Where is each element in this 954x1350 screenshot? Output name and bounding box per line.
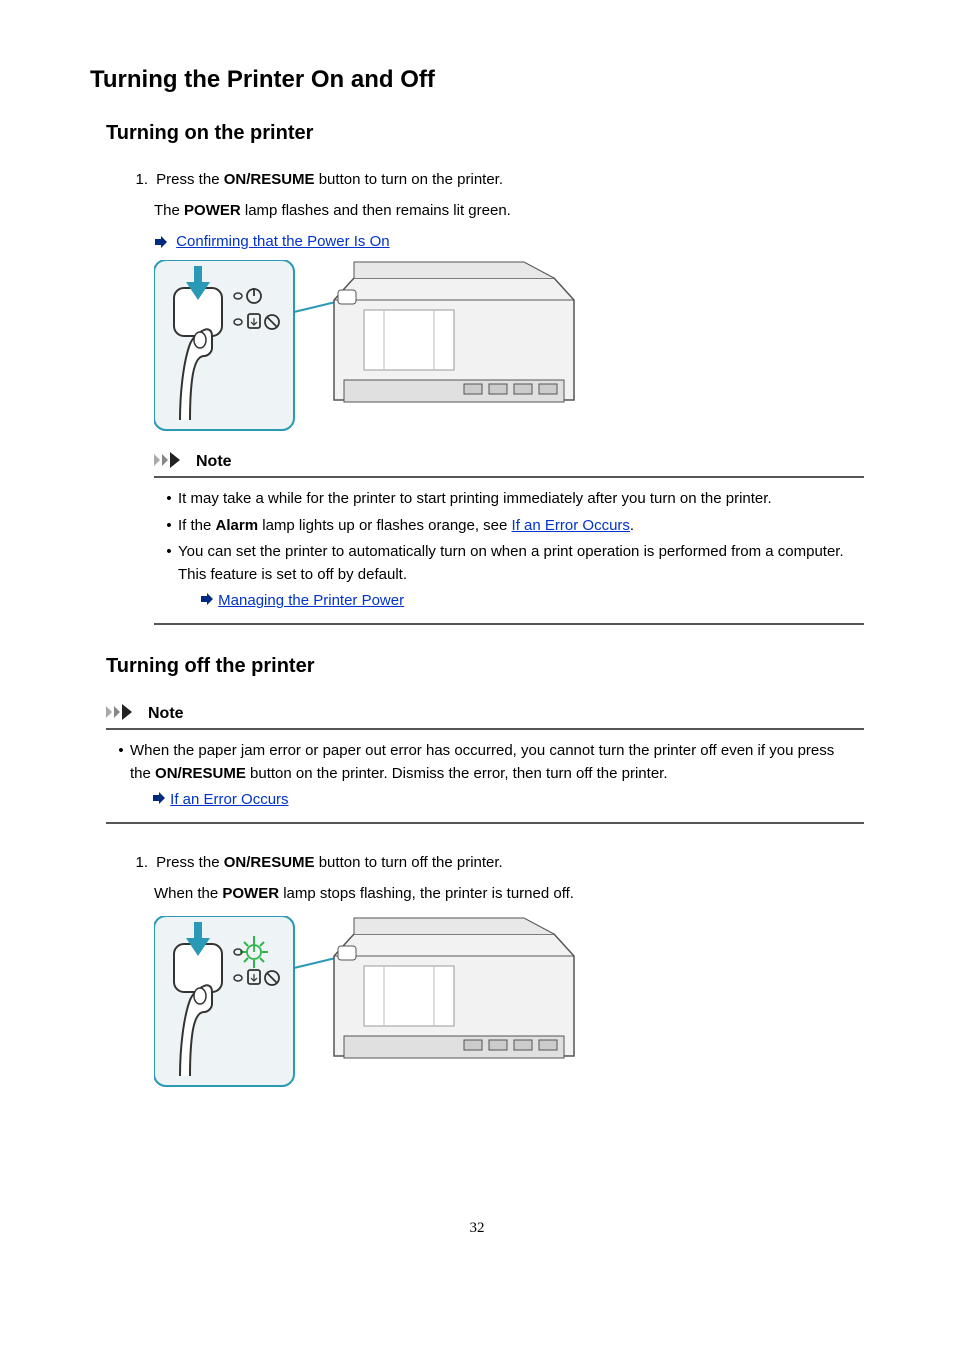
note-item: • You can set the printer to automatical… <box>160 541 858 586</box>
page-title: Turning the Printer On and Off <box>90 66 864 94</box>
step-text: Press the <box>156 854 224 871</box>
link-row: If an Error Occurs <box>112 791 858 808</box>
note-label: Note <box>196 453 232 471</box>
note-item: • It may take a while for the printer to… <box>160 488 858 511</box>
section-heading-off: Turning off the printer <box>90 655 864 678</box>
step-1-on: 1. Press the ON/RESUME button to turn on… <box>124 171 864 188</box>
step-sub-text: When the POWER lamp stops flashing, the … <box>154 885 864 902</box>
link-if-error-occurs[interactable]: If an Error Occurs <box>512 517 630 534</box>
step-number: 1. <box>124 171 148 188</box>
step-sub-text: The POWER lamp flashes and then remains … <box>154 202 864 219</box>
step-number: 1. <box>124 854 148 871</box>
figure-printer-on <box>124 260 864 434</box>
arrow-right-icon <box>154 236 168 248</box>
note-label: Note <box>148 705 184 723</box>
step-bold: ON/RESUME <box>224 854 315 871</box>
section-heading-on: Turning on the printer <box>90 122 864 145</box>
link-row: Confirming that the Power Is On <box>154 233 864 250</box>
chevrons-icon <box>106 704 142 724</box>
arrow-right-icon <box>152 792 166 804</box>
step-text-after: button to turn off the printer. <box>315 854 503 871</box>
link-if-error-occurs[interactable]: If an Error Occurs <box>170 791 288 808</box>
arrow-right-icon <box>200 593 214 605</box>
link-confirm-power[interactable]: Confirming that the Power Is On <box>176 233 389 250</box>
step-1-off: 1. Press the ON/RESUME button to turn of… <box>124 854 864 871</box>
link-managing-printer-power[interactable]: Managing the Printer Power <box>218 592 404 609</box>
note-item: • If the Alarm lamp lights up or flashes… <box>160 515 858 538</box>
note-box: Note • When the paper jam error or paper… <box>90 704 864 824</box>
link-row: Managing the Printer Power <box>160 592 858 609</box>
chevrons-icon <box>154 452 190 472</box>
figure-printer-off <box>124 916 864 1090</box>
note-box: Note • It may take a while for the print… <box>124 452 864 625</box>
step-text: Press the <box>156 171 224 188</box>
step-text-after: button to turn on the printer. <box>315 171 503 188</box>
page-number: 32 <box>90 1220 864 1237</box>
step-bold: ON/RESUME <box>224 171 315 188</box>
note-item: • When the paper jam error or paper out … <box>112 740 858 785</box>
